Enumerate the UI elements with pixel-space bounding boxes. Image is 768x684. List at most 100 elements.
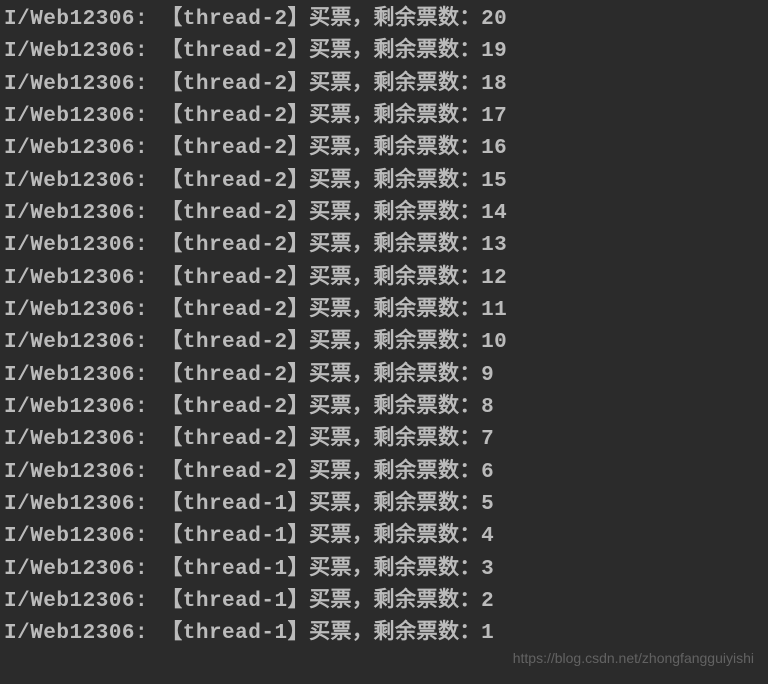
bracket-open: 【 [161, 40, 183, 63]
action-text: 买票，剩余票数： [309, 396, 481, 419]
bracket-close: 】 [288, 73, 310, 96]
thread-name: thread-2 [183, 364, 288, 387]
log-line: I/Web12306: 【thread-2】买票，剩余票数：12 [0, 263, 768, 295]
ticket-count: 14 [481, 202, 507, 225]
watermark-text: https://blog.csdn.net/zhongfangguiyishi [513, 648, 754, 670]
bracket-close: 】 [288, 558, 310, 581]
action-text: 买票，剩余票数： [309, 8, 481, 31]
log-line: I/Web12306: 【thread-2】买票，剩余票数：18 [0, 69, 768, 101]
bracket-open: 【 [161, 461, 183, 484]
ticket-count: 9 [481, 364, 494, 387]
bracket-open: 【 [161, 299, 183, 322]
log-line: I/Web12306: 【thread-2】买票，剩余票数：14 [0, 198, 768, 230]
ticket-count: 4 [481, 525, 494, 548]
bracket-open: 【 [161, 428, 183, 451]
bracket-close: 】 [288, 331, 310, 354]
bracket-open: 【 [161, 525, 183, 548]
log-line: I/Web12306: 【thread-2】买票，剩余票数：6 [0, 457, 768, 489]
ticket-count: 2 [481, 590, 494, 613]
bracket-open: 【 [161, 170, 183, 193]
log-tag: I/Web12306: [4, 234, 161, 257]
log-line: I/Web12306: 【thread-2】买票，剩余票数：7 [0, 424, 768, 456]
log-tag: I/Web12306: [4, 364, 161, 387]
log-line: I/Web12306: 【thread-2】买票，剩余票数：10 [0, 327, 768, 359]
action-text: 买票，剩余票数： [309, 428, 481, 451]
log-line: I/Web12306: 【thread-1】买票，剩余票数：2 [0, 586, 768, 618]
log-line: I/Web12306: 【thread-2】买票，剩余票数：13 [0, 230, 768, 262]
action-text: 买票，剩余票数： [309, 234, 481, 257]
log-tag: I/Web12306: [4, 590, 161, 613]
action-text: 买票，剩余票数： [309, 105, 481, 128]
bracket-open: 【 [161, 493, 183, 516]
bracket-open: 【 [161, 267, 183, 290]
log-tag: I/Web12306: [4, 299, 161, 322]
ticket-count: 11 [481, 299, 507, 322]
log-line: I/Web12306: 【thread-2】买票，剩余票数：19 [0, 36, 768, 68]
bracket-open: 【 [161, 364, 183, 387]
log-line: I/Web12306: 【thread-2】买票，剩余票数：9 [0, 360, 768, 392]
thread-name: thread-2 [183, 105, 288, 128]
bracket-close: 】 [288, 461, 310, 484]
bracket-close: 】 [288, 202, 310, 225]
thread-name: thread-2 [183, 331, 288, 354]
log-line: I/Web12306: 【thread-1】买票，剩余票数：3 [0, 554, 768, 586]
thread-name: thread-2 [183, 461, 288, 484]
bracket-open: 【 [161, 590, 183, 613]
action-text: 买票，剩余票数： [309, 202, 481, 225]
thread-name: thread-2 [183, 428, 288, 451]
ticket-count: 7 [481, 428, 494, 451]
action-text: 买票，剩余票数： [309, 622, 481, 645]
thread-name: thread-2 [183, 396, 288, 419]
bracket-open: 【 [161, 558, 183, 581]
thread-name: thread-2 [183, 299, 288, 322]
bracket-close: 】 [288, 267, 310, 290]
bracket-close: 】 [288, 525, 310, 548]
log-tag: I/Web12306: [4, 396, 161, 419]
thread-name: thread-1 [183, 590, 288, 613]
action-text: 买票，剩余票数： [309, 299, 481, 322]
bracket-open: 【 [161, 8, 183, 31]
log-line: I/Web12306: 【thread-2】买票，剩余票数：15 [0, 166, 768, 198]
action-text: 买票，剩余票数： [309, 170, 481, 193]
ticket-count: 8 [481, 396, 494, 419]
bracket-close: 】 [288, 170, 310, 193]
bracket-close: 】 [288, 396, 310, 419]
thread-name: thread-2 [183, 170, 288, 193]
action-text: 买票，剩余票数： [309, 493, 481, 516]
bracket-close: 】 [288, 137, 310, 160]
log-line: I/Web12306: 【thread-1】买票，剩余票数：4 [0, 521, 768, 553]
ticket-count: 17 [481, 105, 507, 128]
ticket-count: 20 [481, 8, 507, 31]
bracket-open: 【 [161, 73, 183, 96]
log-tag: I/Web12306: [4, 202, 161, 225]
thread-name: thread-2 [183, 137, 288, 160]
ticket-count: 3 [481, 558, 494, 581]
thread-name: thread-1 [183, 622, 288, 645]
action-text: 买票，剩余票数： [309, 331, 481, 354]
log-tag: I/Web12306: [4, 428, 161, 451]
bracket-close: 】 [288, 590, 310, 613]
ticket-count: 5 [481, 493, 494, 516]
log-line: I/Web12306: 【thread-1】买票，剩余票数：1 [0, 618, 768, 650]
bracket-close: 】 [288, 364, 310, 387]
thread-name: thread-2 [183, 73, 288, 96]
bracket-open: 【 [161, 331, 183, 354]
action-text: 买票，剩余票数： [309, 267, 481, 290]
action-text: 买票，剩余票数： [309, 525, 481, 548]
ticket-count: 19 [481, 40, 507, 63]
bracket-open: 【 [161, 234, 183, 257]
bracket-close: 】 [288, 493, 310, 516]
thread-name: thread-1 [183, 525, 288, 548]
thread-name: thread-2 [183, 8, 288, 31]
log-tag: I/Web12306: [4, 105, 161, 128]
action-text: 买票，剩余票数： [309, 461, 481, 484]
bracket-close: 】 [288, 105, 310, 128]
action-text: 买票，剩余票数： [309, 137, 481, 160]
log-line: I/Web12306: 【thread-1】买票，剩余票数：5 [0, 489, 768, 521]
thread-name: thread-2 [183, 202, 288, 225]
ticket-count: 15 [481, 170, 507, 193]
bracket-open: 【 [161, 202, 183, 225]
log-tag: I/Web12306: [4, 525, 161, 548]
log-tag: I/Web12306: [4, 461, 161, 484]
bracket-open: 【 [161, 137, 183, 160]
